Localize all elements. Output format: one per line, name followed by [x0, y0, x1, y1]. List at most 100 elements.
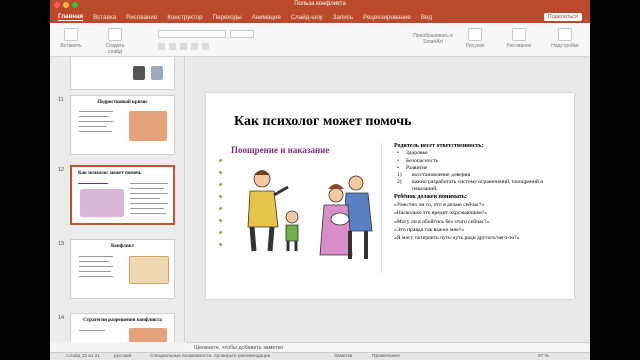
thumbnail-text-line: [79, 111, 113, 112]
ribbon-toolbar: Вставить Создать слайд Преобразовать в S…: [50, 23, 590, 57]
strike-button[interactable]: [191, 43, 198, 50]
bullet-item: Развитие: [394, 165, 566, 173]
tab-view[interactable]: Вид: [421, 14, 432, 21]
thumbnail-title: Подростковый кризис: [97, 100, 148, 105]
parent-scolding-child-illustration: [247, 170, 299, 252]
new-slide-icon: [108, 28, 122, 41]
tab-insert[interactable]: Вставка: [93, 14, 116, 21]
thumbnail-image: [129, 111, 167, 141]
slide-thumbnail-11[interactable]: Подростковый кризис: [70, 95, 175, 155]
notes-pane[interactable]: Щелкните, чтобы добавить заметки: [186, 342, 590, 352]
thumbnail-text-line: [79, 266, 113, 267]
thumbnail-text-line: [130, 208, 164, 209]
bullet-item: Безопасность: [394, 158, 566, 166]
tab-draw[interactable]: Рисование: [126, 14, 157, 21]
comments-toggle-button[interactable]: Примечания: [372, 354, 400, 359]
green-dot: [219, 195, 222, 198]
thumbnail-text-line: [79, 330, 105, 331]
smartart-button[interactable]: Преобразовать в SmartArt: [408, 33, 458, 45]
ribbon-tabs: Главная Вставка Рисование Конструктор Пе…: [50, 11, 590, 23]
thumbnail-image: [129, 256, 169, 284]
tab-slideshow[interactable]: Слайд-шоу: [291, 14, 323, 21]
thumbnail-text-line: [130, 183, 168, 184]
window-title: Польза конфликта: [294, 1, 346, 7]
thumbnail-image: [151, 66, 163, 80]
picture-button[interactable]: Рисунок: [462, 28, 488, 49]
language-indicator[interactable]: русский: [114, 354, 131, 359]
tab-home[interactable]: Главная: [58, 13, 84, 21]
column-divider: [381, 143, 382, 273]
slide-title[interactable]: Как психолог может помочь: [234, 114, 412, 130]
family-illustration: [319, 175, 373, 259]
underline-button[interactable]: [180, 43, 187, 50]
question-item: «Насколько это вредит окружающим?»: [394, 210, 488, 217]
tab-animations[interactable]: Анимация: [252, 14, 281, 21]
green-dot: [219, 219, 222, 222]
thumbnail-text-line: [79, 276, 113, 277]
thumbnail-image: [129, 328, 167, 342]
share-button[interactable]: Поделиться: [543, 13, 582, 21]
thumbnail-text-line: [130, 188, 164, 189]
font-color-button[interactable]: [202, 43, 209, 50]
tab-review[interactable]: Рецензирование: [363, 14, 411, 21]
green-dot: [219, 243, 222, 246]
format-buttons: [158, 43, 209, 50]
slide-number: 13: [58, 241, 65, 247]
font-name-select[interactable]: [158, 30, 226, 38]
slide-number: 11: [58, 97, 64, 103]
thumbnail-text-line: [79, 116, 109, 117]
bold-button[interactable]: [158, 43, 165, 50]
new-slide-button[interactable]: Создать слайд: [102, 28, 128, 55]
question-item: «Я могу потерпеть чуть-чуть ради другого…: [394, 235, 520, 242]
smartart-label: Преобразовать в SmartArt: [413, 33, 453, 45]
clipboard-icon: [64, 28, 78, 41]
slide-thumbnail-12[interactable]: Как психолог может помочь: [70, 165, 175, 225]
green-dot: [219, 171, 222, 174]
addins-label: Надстройки: [551, 43, 579, 49]
notes-toggle-button[interactable]: Заметки: [334, 354, 352, 359]
numbered-item: 2) важно разработать систему ограничений,…: [394, 179, 566, 191]
item-number: 2): [397, 179, 402, 186]
drawing-button[interactable]: Рисование: [506, 28, 532, 49]
tab-record[interactable]: Запись: [333, 14, 353, 21]
green-dot: [219, 231, 222, 234]
slide-thumbnails-pane[interactable]: 11 Подростковый кризис 12 Как психолог м…: [50, 57, 185, 342]
slide-number: 14: [58, 315, 65, 321]
drawing-icon: [512, 28, 526, 41]
thumbnail-text-line: [79, 271, 111, 272]
tab-design[interactable]: Конструктор: [167, 14, 202, 21]
thumbnail-title: Стратегии разрешения конфликта: [83, 318, 162, 323]
tab-transitions[interactable]: Переходы: [213, 14, 242, 21]
question-item: «Могу ли я обойтись без этого сейчас?»: [394, 218, 490, 225]
accessibility-status[interactable]: Специальные возможности: проверьте реком…: [150, 354, 270, 359]
slide-subtitle[interactable]: Поощрение и наказание: [231, 145, 329, 155]
slide-body-text[interactable]: Родитель несет ответственность: Здоровье…: [394, 143, 566, 242]
thumbnail-image: [133, 66, 145, 80]
italic-button[interactable]: [169, 43, 176, 50]
title-bar: Польза конфликта: [50, 0, 590, 11]
workspace: 11 Подростковый кризис 12 Как психолог м…: [50, 57, 590, 342]
green-dot: [219, 207, 222, 210]
font-size-select[interactable]: [230, 30, 254, 38]
thumbnail-text-line: [79, 256, 113, 257]
question-item: «Уместно ли то, что я делаю сейчас?»: [394, 202, 485, 209]
thumbnail-image: [80, 189, 124, 217]
zoom-level[interactable]: 87 %: [538, 354, 549, 359]
slide-thumbnail-10[interactable]: [70, 57, 175, 90]
item-text: восстановление доверия: [412, 172, 471, 179]
thumbnail-text-line: [130, 198, 160, 199]
paste-label: Вставить: [60, 43, 82, 49]
addins-button[interactable]: Надстройки: [548, 28, 582, 49]
powerpoint-window: Польза конфликта Главная Вставка Рисован…: [50, 0, 590, 360]
addins-icon: [558, 28, 572, 41]
decorative-dots: [219, 159, 227, 255]
slide-editor: Как психолог может помочь Поощрение и на…: [186, 57, 590, 342]
current-slide[interactable]: Как психолог может помочь Поощрение и на…: [206, 93, 574, 299]
picture-icon: [468, 28, 482, 41]
bullet-item: Здоровье: [394, 150, 566, 158]
thumbnail-title: Как психолог может помочь: [78, 171, 142, 176]
slide-thumbnail-14[interactable]: Стратегии разрешения конфликта: [70, 313, 175, 342]
slide-thumbnail-13[interactable]: Конфликт: [70, 239, 175, 299]
paste-button[interactable]: Вставить: [58, 28, 84, 49]
thumbnail-text-line: [130, 193, 168, 194]
